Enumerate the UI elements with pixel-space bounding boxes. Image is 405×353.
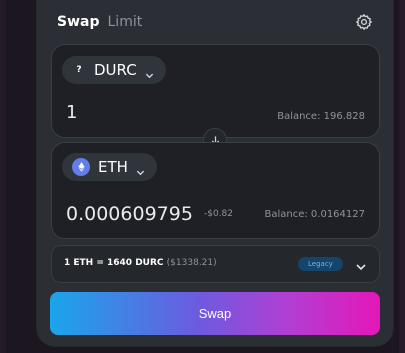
chevron-down-icon[interactable] (355, 258, 367, 271)
from-token-selector[interactable]: ? DURC (62, 56, 166, 84)
to-token-box: ETH 0.000609795 -$0.82 Balance: 0.016412… (51, 142, 380, 239)
to-usd-diff: -$0.82 (204, 209, 234, 219)
right-edge (399, 0, 405, 353)
swap-panel: Swap Limit ? DURC 1 Balance: 196.828 ETH (37, 0, 393, 346)
to-amount: 0.000609795 (66, 203, 193, 225)
tab-bar: Swap Limit (57, 14, 142, 30)
legacy-badge: Legacy (298, 257, 343, 271)
rate-bar[interactable]: 1 ETH = 1640 DURC ($1338.21) Legacy (51, 245, 380, 283)
from-amount-input[interactable]: 1 (66, 102, 77, 123)
rate-value: 1 ETH = 1640 DURC (64, 258, 164, 268)
gear-icon[interactable] (355, 13, 373, 31)
to-token-selector[interactable]: ETH (62, 153, 157, 181)
swap-button[interactable]: Swap (50, 292, 380, 335)
tab-limit[interactable]: Limit (108, 14, 143, 30)
to-balance: Balance: 0.0164127 (264, 209, 365, 220)
left-edge (0, 0, 6, 353)
chevron-down-icon (136, 163, 145, 175)
rate-usd: ($1338.21) (166, 258, 217, 268)
eth-icon (72, 158, 90, 176)
from-token-box: ? DURC 1 Balance: 196.828 (51, 44, 380, 138)
from-balance: Balance: 196.828 (277, 111, 365, 122)
chevron-down-icon (145, 66, 154, 78)
tab-swap[interactable]: Swap (57, 14, 100, 30)
from-token-symbol: DURC (94, 61, 137, 79)
to-token-symbol: ETH (98, 158, 128, 176)
unknown-token-icon: ? (76, 65, 82, 75)
rate-text: 1 ETH = 1640 DURC ($1338.21) (64, 258, 217, 268)
